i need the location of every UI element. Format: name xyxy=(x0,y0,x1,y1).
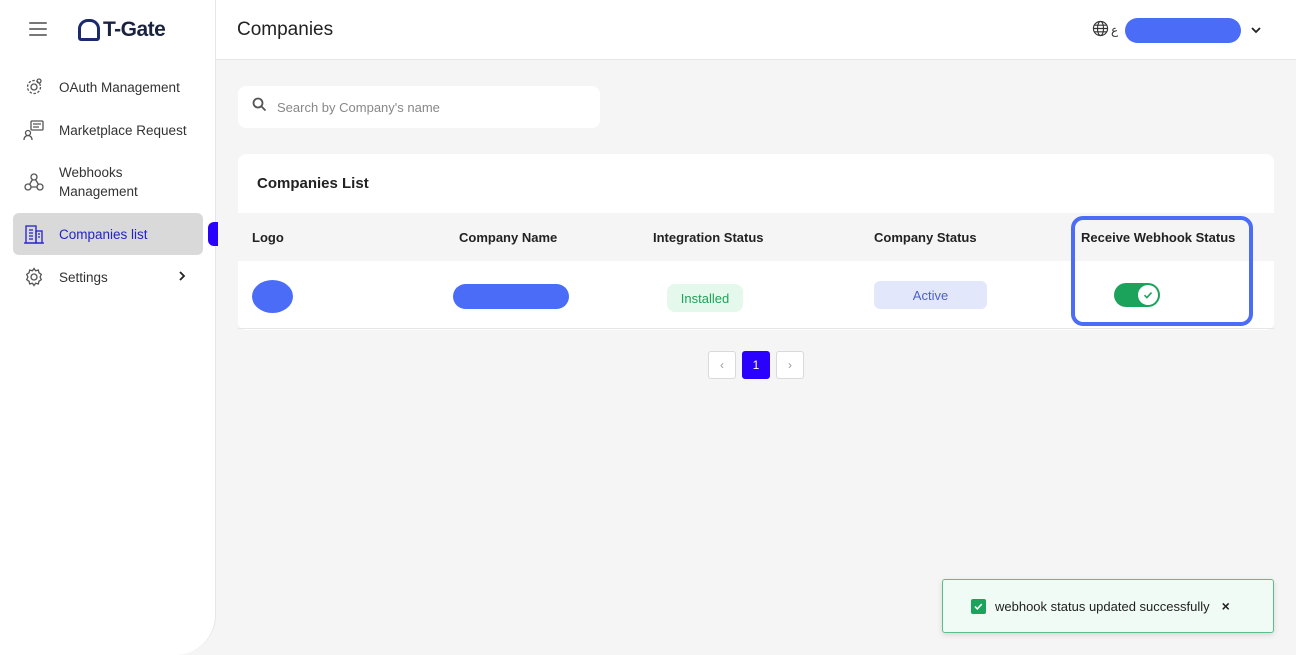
check-icon xyxy=(1138,285,1158,305)
chevron-right-icon[interactable] xyxy=(177,269,187,285)
webhook-status-toggle[interactable] xyxy=(1114,283,1160,307)
column-header-company-name: Company Name xyxy=(459,230,558,245)
sidebar-item-label: Settings xyxy=(59,269,108,285)
column-header-company-status: Company Status xyxy=(874,230,977,245)
company-name-redacted xyxy=(453,284,569,309)
search-icon xyxy=(252,97,267,117)
logo-text: T-Gate xyxy=(103,18,166,41)
menu-toggle-icon[interactable] xyxy=(29,22,47,38)
column-header-receive-webhook-status: Receive Webhook Status xyxy=(1081,230,1236,245)
checkbox-check-icon xyxy=(971,598,986,614)
building-icon xyxy=(23,223,45,245)
table-header: Logo Company Name Integration Status Com… xyxy=(238,213,1274,261)
pagination-prev-button[interactable]: ‹ xyxy=(708,351,736,379)
toast-message: webhook status updated successfully xyxy=(995,598,1210,614)
search-box[interactable] xyxy=(238,86,600,128)
companies-list-card: Companies List Logo Company Name Integra… xyxy=(238,154,1274,330)
sidebar-nav: OAuth Management Marketplace Request Web… xyxy=(13,66,203,299)
user-name-redacted[interactable] xyxy=(1125,18,1241,43)
sidebar-item-label: Webhooks Management xyxy=(59,165,138,199)
sidebar-item-label: Marketplace Request xyxy=(59,122,187,138)
sidebar: T-Gate OAuth Management Marketplace Requ… xyxy=(0,0,216,655)
webhook-icon xyxy=(23,171,45,193)
active-nav-indicator xyxy=(208,222,218,246)
company-logo-redacted xyxy=(252,280,293,313)
sidebar-item-settings[interactable]: Settings xyxy=(13,256,203,298)
search-input[interactable] xyxy=(277,99,577,115)
sidebar-item-label: Companies list xyxy=(59,226,148,242)
sidebar-item-oauth-management[interactable]: OAuth Management xyxy=(13,66,203,108)
settings-icon xyxy=(23,266,45,288)
language-switcher[interactable]: ع xyxy=(1092,20,1118,40)
pagination: ‹ 1 › xyxy=(708,351,804,379)
app-logo[interactable]: T-Gate xyxy=(78,18,166,42)
table-row: Installed Active xyxy=(238,261,1274,329)
sidebar-item-webhooks-management[interactable]: Webhooks Management xyxy=(13,152,203,212)
column-header-integration-status: Integration Status xyxy=(653,230,764,245)
top-bar: Companies ع xyxy=(216,0,1296,60)
gear-cog-icon xyxy=(23,76,45,98)
success-toast: webhook status updated successfully × xyxy=(942,579,1274,633)
company-status-badge: Active xyxy=(874,281,987,309)
sidebar-item-label: OAuth Management xyxy=(59,79,180,95)
chevron-down-icon[interactable] xyxy=(1250,22,1262,40)
logo-mark-icon xyxy=(78,19,100,41)
globe-icon xyxy=(1092,20,1109,40)
sidebar-item-marketplace-request[interactable]: Marketplace Request xyxy=(13,109,203,151)
user-chat-icon xyxy=(23,119,45,141)
card-title: Companies List xyxy=(257,175,369,192)
column-header-logo: Logo xyxy=(252,230,284,245)
page-title: Companies xyxy=(237,19,334,40)
sidebar-item-companies-list[interactable]: Companies list xyxy=(13,213,203,255)
pagination-page-button[interactable]: 1 xyxy=(742,351,770,379)
language-label: ع xyxy=(1111,23,1119,37)
integration-status-badge: Installed xyxy=(667,284,743,312)
close-icon[interactable]: × xyxy=(1222,598,1230,614)
pagination-next-button[interactable]: › xyxy=(776,351,804,379)
